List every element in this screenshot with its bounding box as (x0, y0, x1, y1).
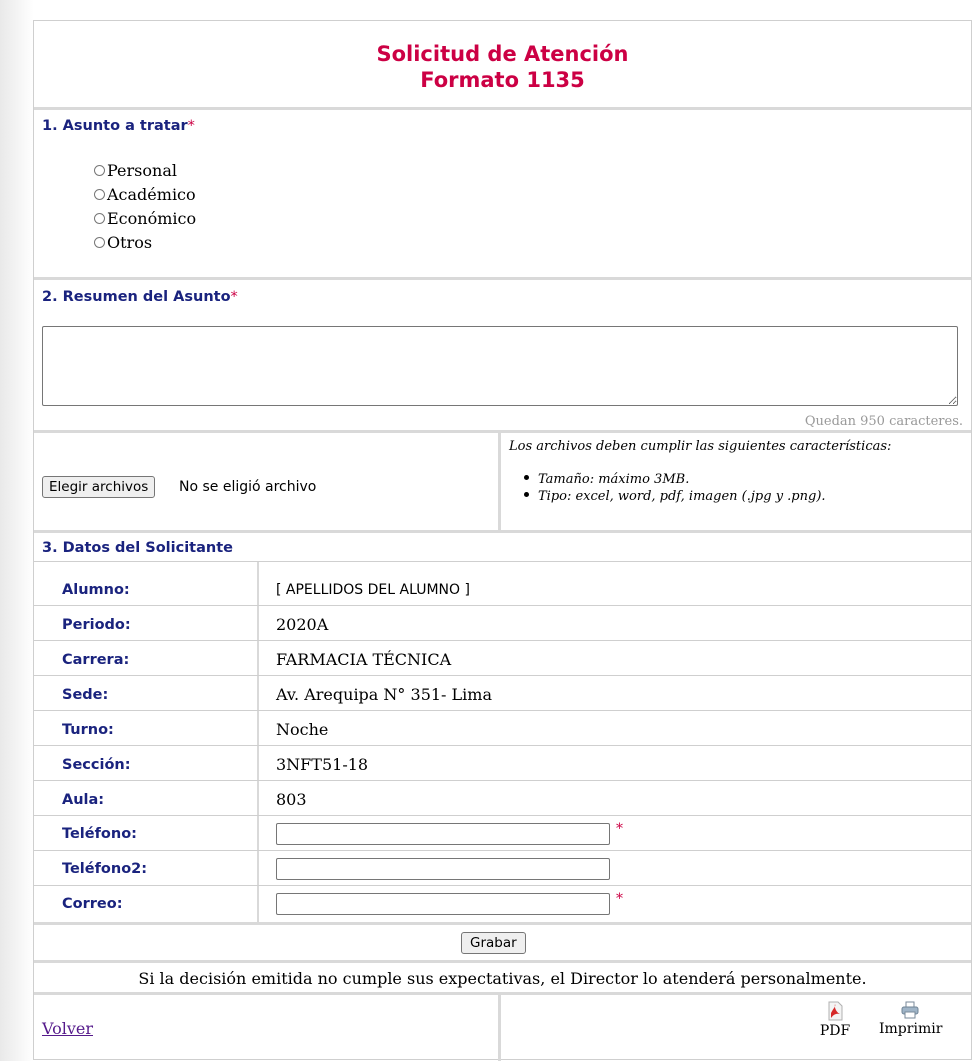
divider (34, 107, 971, 110)
print-button[interactable]: Imprimir (879, 1001, 942, 1037)
row-telefono: Teléfono: * (34, 818, 971, 850)
row-periodo: Periodo: 2020A (34, 609, 971, 641)
file-rule-item: Tipo: excel, word, pdf, imagen (.jpg y .… (524, 489, 826, 504)
divider (34, 960, 971, 963)
divider (34, 710, 971, 711)
section-subject-label: 1. Asunto a tratar* (42, 118, 195, 134)
radio-circle-icon[interactable] (94, 213, 105, 224)
field-value: 3NFT51-18 (276, 755, 369, 774)
radio-circle-icon[interactable] (94, 165, 105, 176)
section-applicant-label: 3. Datos del Solicitante (42, 540, 233, 556)
radio-economico[interactable]: Económico (94, 207, 196, 231)
required-mark: * (616, 891, 623, 907)
choose-files-button[interactable]: Elegir archivos (42, 476, 156, 498)
radio-personal[interactable]: Personal (94, 159, 177, 183)
file-status-text: No se eligió archivo (179, 479, 317, 495)
field-value: 2020A (276, 615, 329, 634)
required-mark: * (616, 821, 623, 837)
phone2-input[interactable] (276, 858, 610, 880)
file-requirements-note: Los archivos deben cumplir las siguiente… (509, 439, 892, 454)
row-sede: Sede: Av. Arequipa N° 351- Lima (34, 679, 971, 711)
field-label: Carrera: (62, 652, 130, 668)
back-link[interactable]: Volver (42, 1019, 93, 1038)
required-mark: * (187, 118, 195, 134)
bullet-icon (524, 492, 529, 497)
file-rule-item: Tamaño: máximo 3MB. (524, 472, 689, 487)
field-value: Noche (276, 720, 329, 739)
field-label: Teléfono: (62, 826, 137, 842)
divider (34, 992, 971, 995)
field-label: Alumno: (62, 582, 130, 598)
field-label: Correo: (62, 896, 123, 912)
save-button[interactable]: Grabar (461, 932, 526, 954)
divider (34, 640, 971, 641)
row-carrera: Carrera: FARMACIA TÉCNICA (34, 644, 971, 676)
radio-academico[interactable]: Académico (94, 183, 196, 207)
printer-icon[interactable] (901, 1001, 919, 1019)
divider (34, 815, 971, 816)
character-counter: Quedan 950 caracteres. (804, 414, 963, 429)
field-value: [ APELLIDOS DEL ALUMNO ] (276, 582, 470, 598)
radio-otros[interactable]: Otros (94, 231, 152, 255)
row-correo: Correo: * (34, 888, 971, 920)
field-label: Sección: (62, 757, 131, 773)
field-value: 803 (276, 790, 307, 809)
radio-circle-icon[interactable] (94, 237, 105, 248)
director-notice: Si la decisión emitida no cumple sus exp… (138, 969, 867, 988)
pdf-button[interactable]: PDF (815, 1001, 855, 1039)
divider (34, 430, 971, 433)
radio-circle-icon[interactable] (94, 189, 105, 200)
column-divider (498, 430, 501, 530)
field-value: FARMACIA TÉCNICA (276, 650, 452, 669)
divider (34, 922, 971, 925)
divider (34, 277, 971, 280)
field-label: Turno: (62, 722, 114, 738)
email-input[interactable] (276, 893, 610, 915)
section-summary-label: 2. Resumen del Asunto* (42, 289, 238, 305)
row-turno: Turno: Noche (34, 714, 971, 746)
divider (34, 850, 971, 851)
divider (34, 885, 971, 886)
row-alumno: Alumno: [ APELLIDOS DEL ALUMNO ] (34, 574, 971, 606)
row-seccion: Sección: 3NFT51-18 (34, 749, 971, 781)
column-divider (498, 995, 501, 1061)
field-label: Sede: (62, 687, 109, 703)
bullet-icon (524, 475, 529, 480)
phone-input[interactable] (276, 823, 610, 845)
field-value: Av. Arequipa N° 351- Lima (276, 685, 492, 704)
divider (34, 675, 971, 676)
field-label: Periodo: (62, 617, 131, 633)
field-label: Teléfono2: (62, 861, 148, 877)
request-form: Solicitud de Atención Formato 1135 1. As… (33, 20, 972, 1061)
field-label: Aula: (62, 792, 105, 808)
form-subtitle: Formato 1135 (420, 68, 585, 92)
form-title: Solicitud de Atención (376, 42, 629, 66)
divider (34, 605, 971, 606)
row-telefono2: Teléfono2: (34, 853, 971, 885)
row-aula: Aula: 803 (34, 784, 971, 816)
divider (34, 561, 971, 562)
pdf-icon[interactable] (827, 1001, 843, 1021)
divider (34, 780, 971, 781)
divider (34, 530, 971, 533)
divider (34, 745, 971, 746)
required-mark: * (230, 289, 238, 305)
summary-textarea[interactable] (42, 326, 958, 406)
